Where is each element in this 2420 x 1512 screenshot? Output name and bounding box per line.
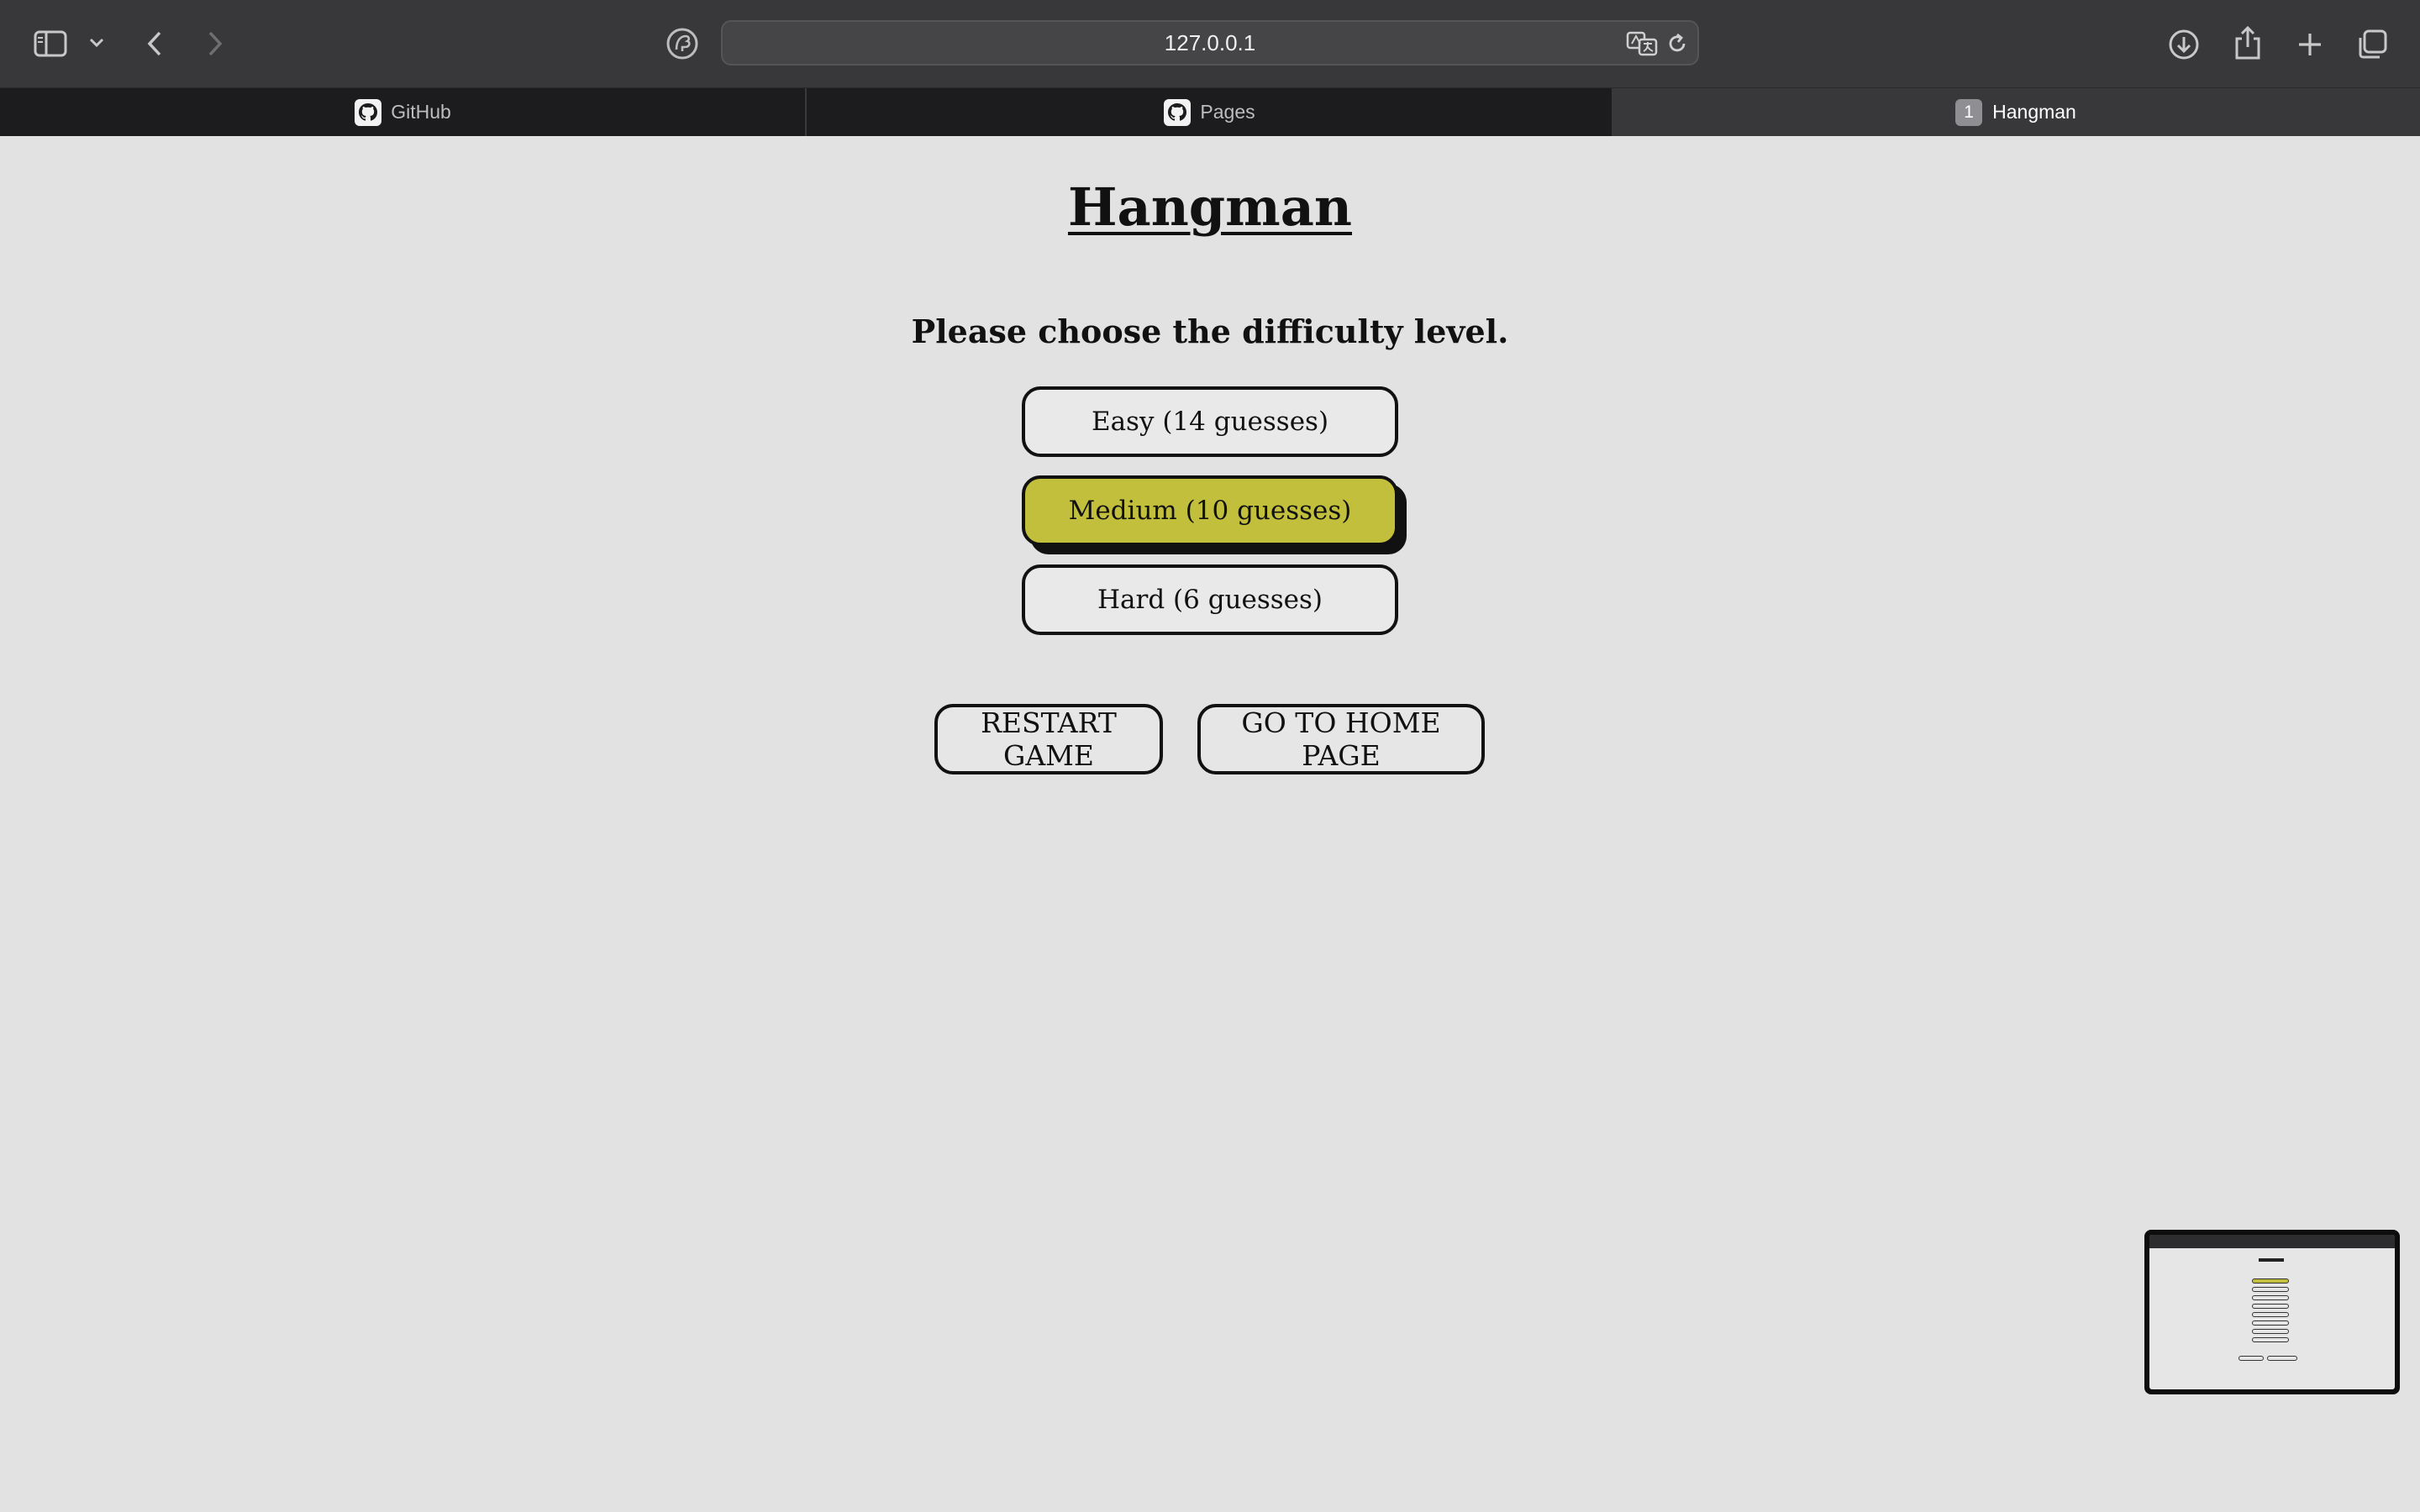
tab-label: Hangman: [1992, 101, 2076, 123]
tab-label: GitHub: [391, 101, 451, 123]
hard-difficulty-button[interactable]: Hard (6 guesses): [1022, 564, 1398, 635]
tab-github[interactable]: GitHub: [0, 88, 805, 136]
thumbnail-line: [2252, 1329, 2289, 1334]
thumbnail-title: [2259, 1258, 2284, 1262]
page-title: Hangman: [1067, 176, 1353, 238]
download-icon[interactable]: [2165, 25, 2203, 64]
thumbnail-line: [2238, 1356, 2264, 1361]
tab-pages[interactable]: Pages: [807, 88, 1612, 136]
thumbnail-line: [2252, 1312, 2289, 1317]
forward-arrow-icon[interactable]: [198, 25, 232, 62]
sidebar-icon[interactable]: [32, 25, 69, 62]
thumbnail-line: [2252, 1304, 2289, 1309]
tab-hangman[interactable]: 1 Hangman: [1612, 88, 2420, 136]
thumbnail-line: [2252, 1278, 2289, 1284]
tab-label: Pages: [1200, 101, 1255, 123]
difficulty-prompt: Please choose the difficulty level.: [911, 312, 1509, 350]
thumbnail-content: [2149, 1235, 2395, 1389]
thumbnail-line: [2252, 1337, 2289, 1342]
address-bar[interactable]: 127.0.0.1: [721, 20, 1699, 66]
url-text: 127.0.0.1: [1164, 30, 1256, 55]
browser-toolbar: 127.0.0.1: [0, 0, 2420, 87]
medium-difficulty-button[interactable]: Medium (10 guesses): [1022, 475, 1398, 546]
privacy-shield-icon[interactable]: [664, 25, 701, 62]
share-icon[interactable]: [2228, 22, 2267, 64]
github-icon: [354, 98, 382, 127]
tab-bar: GitHub Pages 1 Hangman: [0, 87, 2420, 136]
translate-icon[interactable]: [1625, 29, 1659, 59]
thumbnail-line: [2252, 1320, 2289, 1326]
page-preview-thumbnail[interactable]: [2144, 1230, 2400, 1394]
restart-game-button[interactable]: RESTART GAME: [934, 704, 1163, 774]
thumbnail-line: [2252, 1287, 2289, 1292]
tab-badge: 1: [1955, 98, 1983, 126]
thumbnail-line: [2267, 1356, 2297, 1361]
tab-overview-icon[interactable]: [2353, 25, 2391, 64]
easy-difficulty-button[interactable]: Easy (14 guesses): [1022, 386, 1398, 457]
home-page-button[interactable]: GO TO HOME PAGE: [1197, 704, 1485, 774]
back-arrow-icon[interactable]: [138, 25, 171, 62]
reload-icon[interactable]: [1662, 29, 1692, 59]
thumbnail-toolbar: [2149, 1235, 2395, 1248]
plus-icon[interactable]: [2291, 25, 2329, 64]
chevron-down-icon[interactable]: [86, 30, 108, 55]
thumbnail-line: [2252, 1295, 2289, 1300]
github-icon: [1163, 98, 1192, 127]
